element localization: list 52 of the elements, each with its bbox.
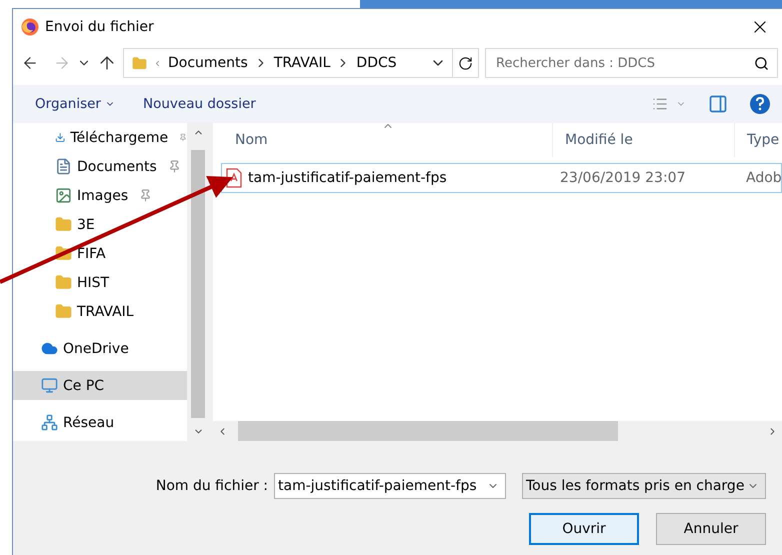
cloud-icon <box>41 340 58 357</box>
sidebar-item[interactable]: HIST <box>13 268 187 297</box>
document-icon <box>55 158 72 175</box>
sidebar-item[interactable]: Ce PC <box>13 371 187 400</box>
image-icon <box>55 187 72 204</box>
refresh-icon <box>458 56 473 70</box>
sidebar-item[interactable]: Réseau <box>13 408 187 437</box>
sidebar-item[interactable]: OneDrive <box>13 334 187 363</box>
sidebar-item[interactable]: Téléchargeme <box>13 123 187 152</box>
list-icon <box>652 96 668 112</box>
file-type-dropdown[interactable]: Tous les formats pris en charge <box>522 473 766 499</box>
browser-logo-icon <box>21 18 39 36</box>
sidebar-item[interactable]: FIFA <box>13 239 187 268</box>
sidebar-item[interactable]: Images <box>13 181 187 210</box>
overflow-icon <box>153 58 162 68</box>
column-header[interactable]: Nom <box>223 123 553 157</box>
horizontal-scrollbar[interactable] <box>213 421 782 441</box>
folder-icon <box>132 56 147 70</box>
file-date: 23/06/2019 23:07 <box>559 170 686 186</box>
help-button[interactable] <box>750 94 770 114</box>
search-icon <box>754 56 769 70</box>
monitor-icon <box>41 377 58 394</box>
view-options-button[interactable] <box>652 96 686 112</box>
organize-menu[interactable]: Organiser <box>35 96 115 112</box>
search-field[interactable]: Rechercher dans : DDCS <box>485 48 778 78</box>
new-folder-button[interactable]: Nouveau dossier <box>142 96 256 112</box>
question-mark-icon <box>755 97 765 111</box>
open-button[interactable]: Ouvrir <box>529 513 639 545</box>
panel-icon <box>708 94 728 114</box>
column-header[interactable]: Modifié le <box>553 123 735 157</box>
sidebar-item[interactable]: 3E <box>13 210 187 239</box>
folder-icon <box>55 303 72 320</box>
address-bar[interactable]: Documents TRAVAIL DDCS <box>123 48 479 78</box>
file-row[interactable]: tam-justificatif-paiement-fps 23/06/2019 23:07 Adob <box>221 163 782 193</box>
window-title: Envoi du fichier <box>45 19 155 35</box>
column-header[interactable]: Type <box>735 123 782 157</box>
sidebar-item[interactable]: TRAVAIL <box>13 297 187 326</box>
pdf-file-icon <box>226 168 242 188</box>
file-type: Adob <box>745 170 782 186</box>
filename-label: Nom du fichier : <box>156 478 268 494</box>
cancel-button[interactable]: Annuler <box>656 513 766 545</box>
folder-icon <box>55 274 72 291</box>
network-icon <box>41 414 58 431</box>
breadcrumb[interactable]: Documents <box>168 55 248 71</box>
breadcrumb[interactable]: TRAVAIL <box>274 55 330 71</box>
breadcrumb[interactable]: DDCS <box>356 55 397 71</box>
search-input[interactable]: Rechercher dans : DDCS <box>494 54 754 72</box>
filename-field[interactable]: tam-justificatif-paiement-fps <box>274 473 506 499</box>
folder-icon <box>55 216 72 233</box>
sidebar-item[interactable]: Documents <box>13 152 187 181</box>
file-name: tam-justificatif-paiement-fps <box>248 170 447 186</box>
preview-pane-button[interactable] <box>708 94 728 114</box>
